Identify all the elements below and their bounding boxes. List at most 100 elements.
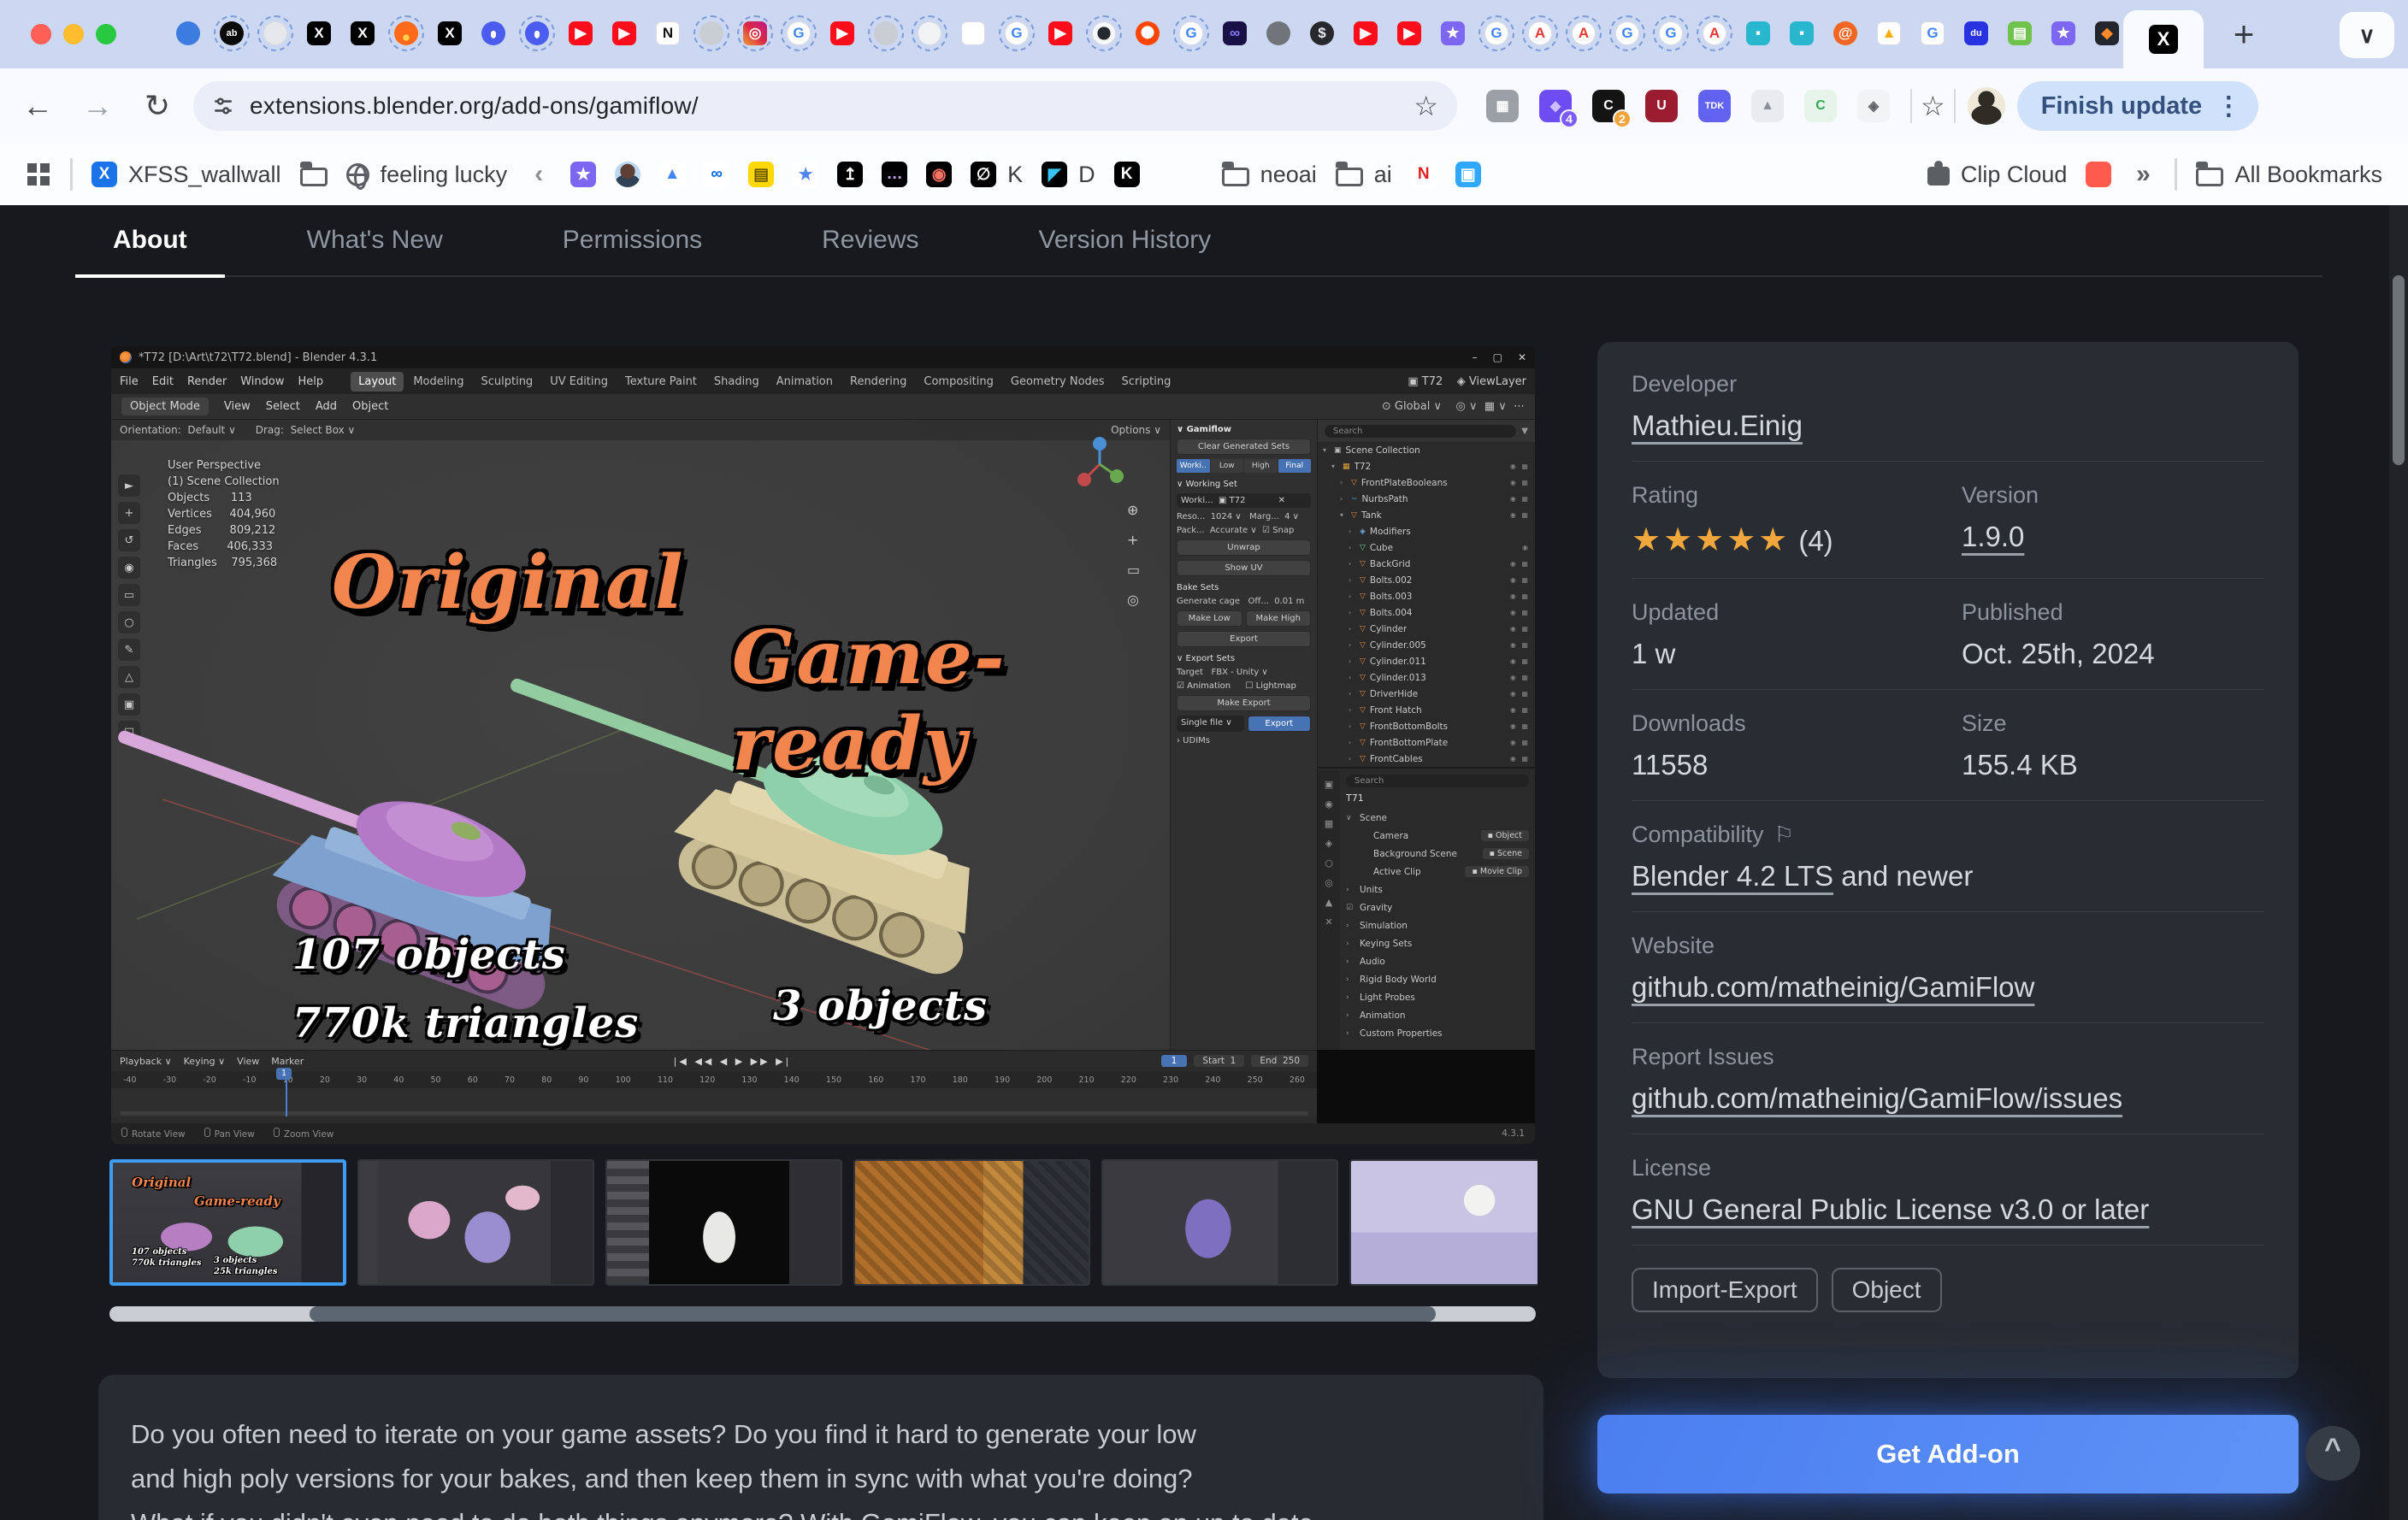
carousel-scrollbar[interactable] (109, 1306, 1536, 1322)
tab-favicon[interactable] (1092, 21, 1116, 45)
extension-icon[interactable]: ◆4 (1539, 90, 1572, 122)
tab-favicon[interactable]: ▪ (1790, 21, 1814, 45)
get-addon-button[interactable]: Get Add-on (1597, 1415, 2299, 1493)
extension-icon[interactable]: ◈ (1857, 90, 1890, 122)
tab-favicon[interactable]: X (307, 21, 331, 45)
addon-preview-image[interactable]: *T72 [D:\Art\t72\T72.blend] - Blender 4.… (111, 346, 1535, 1144)
maximize-window-button[interactable] (96, 24, 116, 44)
developer-link[interactable]: Mathieu.Einig (1632, 409, 1803, 441)
site-settings-icon[interactable] (212, 95, 234, 117)
report-issues-link[interactable]: github.com/matheinig/GamiFlow/issues (1632, 1082, 2122, 1114)
tab-favicon[interactable]: @ (1833, 21, 1857, 45)
page-tab[interactable]: Permissions (552, 226, 712, 255)
finish-update-button[interactable]: Finish update⋮ (2017, 81, 2259, 131)
tab-favicon[interactable]: ▶ (1048, 21, 1072, 45)
carousel-thumbnail[interactable] (1101, 1159, 1338, 1286)
tab-favicon[interactable]: ◆ (2095, 21, 2119, 45)
license-link[interactable]: GNU General Public License v3.0 or later (1632, 1193, 2149, 1225)
bookmark-item[interactable]: ◉ (926, 162, 952, 187)
tab-favicon[interactable]: ▶ (1397, 21, 1421, 45)
tab-favicon[interactable] (394, 21, 418, 45)
tab-favicon[interactable]: ▤ (2008, 21, 2032, 45)
tab-favicon[interactable] (699, 21, 723, 45)
tab-favicon[interactable] (1136, 21, 1160, 45)
url-text[interactable]: extensions.blender.org/add-ons/gamiflow/ (250, 92, 699, 120)
tab-favicon[interactable]: ★ (1441, 21, 1465, 45)
tab-favicon[interactable] (525, 21, 549, 45)
forward-button[interactable]: → (75, 88, 120, 124)
tab-favicon[interactable]: G (1484, 21, 1508, 45)
bookmark-item[interactable]: … (882, 162, 907, 187)
bookmark-item[interactable]: ★ (793, 162, 818, 187)
extension-icon[interactable]: TDK (1698, 90, 1731, 122)
version-link[interactable]: 1.9.0 (1962, 521, 2024, 552)
bookmark-item[interactable]: feeling lucky (346, 162, 508, 188)
bookmark-item[interactable]: ‹ (526, 162, 552, 187)
tab-favicon[interactable] (481, 21, 505, 45)
extension-icon[interactable]: ▲ (1751, 90, 1784, 122)
carousel-thumbnail[interactable] (1349, 1159, 1537, 1286)
bookmark-star-icon[interactable]: ☆ (1414, 90, 1438, 122)
extension-icon[interactable]: C (1804, 90, 1837, 122)
bookmark-item[interactable]: ↥ (837, 162, 863, 187)
browser-scrollbar[interactable] (2389, 205, 2408, 1520)
bookmark-item[interactable]: neoai (1222, 162, 1317, 188)
tab-favicon[interactable]: N (656, 21, 680, 45)
carousel-scrollbar-thumb[interactable] (310, 1306, 1437, 1322)
minimize-window-button[interactable] (63, 24, 84, 44)
page-tab[interactable]: Reviews (812, 226, 929, 255)
tab-favicon[interactable]: G (1005, 21, 1029, 45)
active-tab[interactable]: X (2123, 10, 2204, 68)
tab-favicon[interactable]: ab (220, 21, 244, 45)
bookmark-item[interactable]: N (1411, 162, 1437, 187)
compatibility-link[interactable]: Blender 4.2 LTS (1632, 860, 1833, 892)
tab-favicon[interactable]: A (1572, 21, 1596, 45)
reload-button[interactable]: ↻ (135, 88, 180, 124)
bookmark-item[interactable] (615, 162, 640, 187)
bookmark-item[interactable] (26, 162, 51, 187)
bookmark-item[interactable] (1159, 162, 1203, 187)
bookmark-item[interactable]: » (2130, 162, 2156, 187)
browser-scrollbar-thumb[interactable] (2393, 275, 2405, 465)
tab-favicon[interactable]: ◎ (743, 21, 767, 45)
bookmark-item[interactable]: ▲ (659, 162, 685, 187)
new-tab-button[interactable]: + (2223, 14, 2264, 55)
tab-favicon[interactable]: G (1921, 21, 1945, 45)
sparkle-star-icon[interactable]: ☆ (1921, 90, 1945, 122)
tab-favicon[interactable]: ▶ (830, 21, 854, 45)
page-tab[interactable]: About (103, 226, 198, 255)
bookmark-item[interactable] (2175, 158, 2177, 191)
tab-favicon[interactable]: G (1179, 21, 1203, 45)
bookmark-item[interactable] (2086, 162, 2111, 187)
tab-favicon[interactable]: ▶ (569, 21, 593, 45)
scroll-to-top-button[interactable]: ^ (2305, 1426, 2360, 1481)
bookmark-item[interactable]: XXFSS_wallwall (91, 162, 281, 188)
carousel-thumbnail[interactable] (605, 1159, 842, 1286)
tab-favicon[interactable] (918, 21, 941, 45)
website-link[interactable]: github.com/matheinig/GamiFlow (1632, 971, 2034, 1003)
tab-search-button[interactable]: ∨ (2340, 12, 2394, 58)
bookmark-item[interactable]: ▣ (1455, 162, 1481, 187)
tab-favicon[interactable]: $ (1310, 21, 1334, 45)
tag-pill[interactable]: Import-Export (1632, 1268, 1818, 1312)
carousel-thumbnail[interactable] (853, 1159, 1090, 1286)
tab-favicon[interactable]: G (787, 21, 811, 45)
back-button[interactable]: ← (15, 88, 60, 124)
tag-pill[interactable]: Object (1832, 1268, 1942, 1312)
profile-avatar[interactable] (1968, 87, 2005, 125)
tab-favicon[interactable]: ▶ (1354, 21, 1378, 45)
tab-favicon[interactable]: du (1964, 21, 1988, 45)
carousel-thumbnail[interactable]: OriginalGame-ready107 objects 770k trian… (109, 1159, 346, 1286)
tab-favicon[interactable]: G (1659, 21, 1683, 45)
bookmark-item[interactable] (70, 158, 73, 191)
flag-icon[interactable]: ⚐ (1774, 822, 1794, 847)
tab-favicon[interactable]: G (1615, 21, 1639, 45)
tab-favicon[interactable]: ★ (2051, 21, 2075, 45)
tab-favicon[interactable]: ▶ (612, 21, 636, 45)
tab-favicon[interactable] (176, 21, 200, 45)
tab-favicon[interactable] (1266, 21, 1290, 45)
bookmark-item[interactable]: K (1114, 162, 1140, 187)
bookmark-item[interactable]: ★ (570, 162, 596, 187)
bookmark-item[interactable]: All Bookmarks (2196, 162, 2382, 188)
bookmark-item[interactable]: Clip Cloud (1927, 162, 2068, 188)
